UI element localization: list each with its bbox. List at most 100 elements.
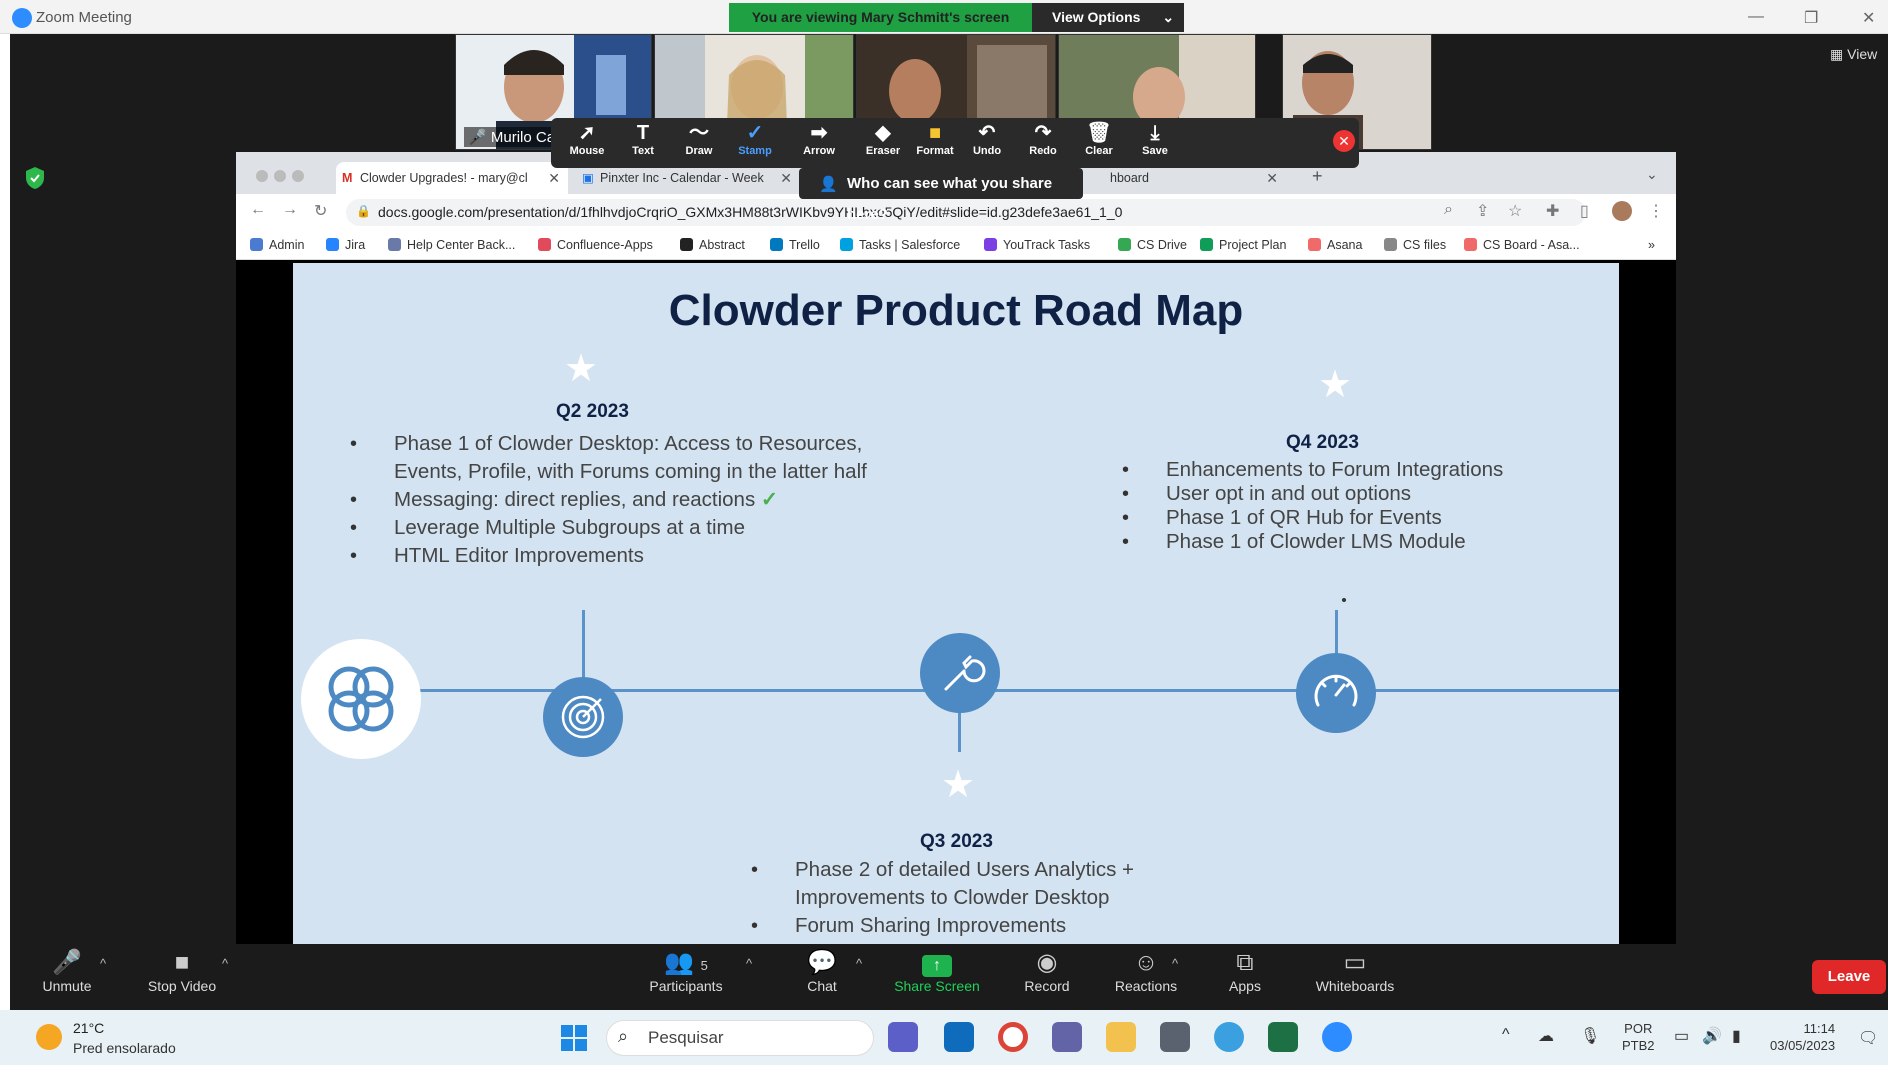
format-icon: ■ [928,122,942,144]
reload-icon[interactable]: ↻ [314,201,327,221]
profile-avatar[interactable] [1612,201,1632,221]
tool-label: Mouse [569,145,605,157]
view-options-button[interactable]: View Options ⌄ [1032,3,1184,32]
video-camera-icon: ■ [174,949,190,976]
zoom-app-icon[interactable] [1322,1022,1352,1052]
back-icon[interactable]: ← [250,201,266,219]
star-icon: ★ [564,348,599,390]
unmute-button[interactable]: 🎤 Unmute [38,948,96,994]
calculator-icon[interactable] [1160,1022,1190,1052]
grid-view-icon: ▦ [1830,46,1844,62]
eraser-icon: ◆ [875,122,891,144]
bookmark-item[interactable]: Jira [326,238,365,252]
bookmark-item[interactable]: Admin [250,238,304,252]
chat-button[interactable]: 💬 Chat [800,948,844,994]
taskbar-search-input[interactable] [606,1020,874,1056]
kebab-menu-icon[interactable]: ⋮ [1648,201,1664,221]
extensions-icon[interactable]: ✚ [1546,201,1559,221]
file-explorer-icon[interactable] [1106,1022,1136,1052]
microphone-icon[interactable]: 🎙 [1580,1026,1600,1046]
reactions-button[interactable]: ☺ Reactions [1110,948,1182,994]
excel-icon[interactable] [1268,1022,1298,1052]
new-tab-icon[interactable]: + [1312,166,1323,187]
record-button[interactable]: ◉ Record [1020,948,1074,994]
tool-arrow-button[interactable]: ➡ Arrow [789,121,849,165]
tool-redo-button[interactable]: ↷ Redo [1013,121,1073,165]
bookmark-item[interactable]: Abstract [680,238,745,252]
bookmark-item[interactable]: Confluence-Apps [538,238,653,252]
person-icon: 👤 [819,176,838,193]
bookmark-item[interactable]: Asana [1308,238,1362,252]
slide-title: Clowder Product Road Map [668,286,1244,335]
leave-button[interactable]: Leave [1812,960,1886,994]
list-item: Phase 2 of detailed Users Analytics + Im… [751,856,1251,912]
stop-video-button[interactable]: ■ Stop Video [144,948,220,994]
tool-text-button[interactable]: T Text [613,121,673,165]
restore-icon[interactable]: ❐ [1804,8,1818,28]
chevron-up-icon[interactable]: ^ [100,956,106,971]
minimize-icon[interactable]: — [1748,8,1764,26]
chevron-up-icon[interactable]: ^ [856,956,862,971]
bookmark-item[interactable]: CS files [1384,238,1446,252]
apps-icon: ⧉ [1236,949,1254,976]
apps-button[interactable]: ⧉ Apps [1226,948,1264,994]
tool-label: Text [632,145,654,157]
bookmark-item[interactable]: Project Plan [1200,238,1286,252]
clock[interactable]: 11:14 03/05/2023 [1770,1020,1835,1054]
teams-icon[interactable] [1052,1022,1082,1052]
list-item: User opt in and out options [1122,482,1602,506]
windows-start-icon[interactable] [560,1024,588,1052]
q3-heading: Q3 2023 [920,831,993,852]
bookmark-item[interactable]: Tasks | Salesforce [840,238,960,252]
chevron-up-icon[interactable]: ^ [222,956,228,971]
bookmark-item[interactable]: Help Center Back... [388,238,515,252]
language-indicator[interactable]: POR PTB2 [1622,1020,1655,1054]
sidepanel-icon[interactable]: ▯ [1580,201,1589,221]
forward-icon[interactable]: → [282,201,298,219]
tool-mouse-button[interactable]: ➚ Mouse [557,121,617,165]
whiteboards-button[interactable]: ▭ Whiteboards [1310,948,1400,994]
bookmark-item[interactable]: Trello [770,238,820,252]
bookmark-item[interactable]: CS Drive [1118,238,1187,252]
teams-meet-icon[interactable] [888,1022,918,1052]
encryption-shield-icon[interactable] [24,166,46,190]
close-annotation-icon[interactable]: ✕ [1333,130,1355,152]
temperature: 21°C [73,1020,105,1036]
chevron-up-icon[interactable]: ^ [746,956,752,971]
tool-draw-button[interactable]: 〜 Draw [669,121,729,165]
sun-weather-icon[interactable] [36,1024,62,1050]
tool-clear-button[interactable]: 🗑 Clear [1069,121,1129,165]
window-dot-icon [256,170,268,182]
chevron-up-icon[interactable]: ^ [1502,1026,1510,1044]
outlook-icon[interactable] [944,1022,974,1052]
stamp-icon: ✓ [746,122,764,144]
tool-save-button[interactable]: ⤓ Save [1125,121,1185,165]
chevron-up-icon[interactable]: ^ [1172,956,1178,971]
volume-icon[interactable]: 🔊 [1702,1026,1722,1046]
share-screen-button[interactable]: ↑ Share Screen [890,948,984,994]
tool-eraser-button[interactable]: ◆ Eraser [853,121,913,165]
chrome-icon[interactable] [998,1022,1028,1052]
tool-format-button[interactable]: ■ Format [905,121,965,165]
tool-stamp-button[interactable]: ✓ Stamp [725,121,785,165]
tool-label: Eraser [865,145,901,157]
chevron-down-icon[interactable]: ⌄ [1646,166,1658,183]
browser-app-icon[interactable] [1214,1022,1244,1052]
bookmark-star-icon[interactable]: ☆ [1508,201,1522,221]
view-button[interactable]: ▦ View [1830,46,1877,63]
who-can-see-button[interactable]: Who can see what you share here? [799,168,1083,223]
browser-tab[interactable]: M Clowder Upgrades! - mary@cl ✕ [336,162,568,194]
participants-button[interactable]: 👥 5 Participants [642,948,730,994]
tool-undo-button[interactable]: ↶ Undo [957,121,1017,165]
cloud-icon[interactable]: ☁ [1538,1026,1554,1046]
notification-icon[interactable]: 🗨 [1858,1028,1878,1048]
display-icon[interactable]: ▭ [1674,1026,1689,1046]
share-icon[interactable]: ⇪ [1476,201,1489,221]
close-icon[interactable]: ✕ [1862,8,1875,28]
zoom-lens-icon[interactable]: ⌕ [1444,201,1453,219]
bookmark-item[interactable]: YouTrack Tasks [984,238,1090,252]
list-item: Messaging: direct replies, and reactions… [350,486,870,514]
bookmark-item[interactable]: CS Board - Asa... [1464,238,1580,252]
bookmarks-overflow-icon[interactable]: » [1648,238,1655,252]
battery-icon[interactable]: ▮ [1732,1026,1741,1046]
